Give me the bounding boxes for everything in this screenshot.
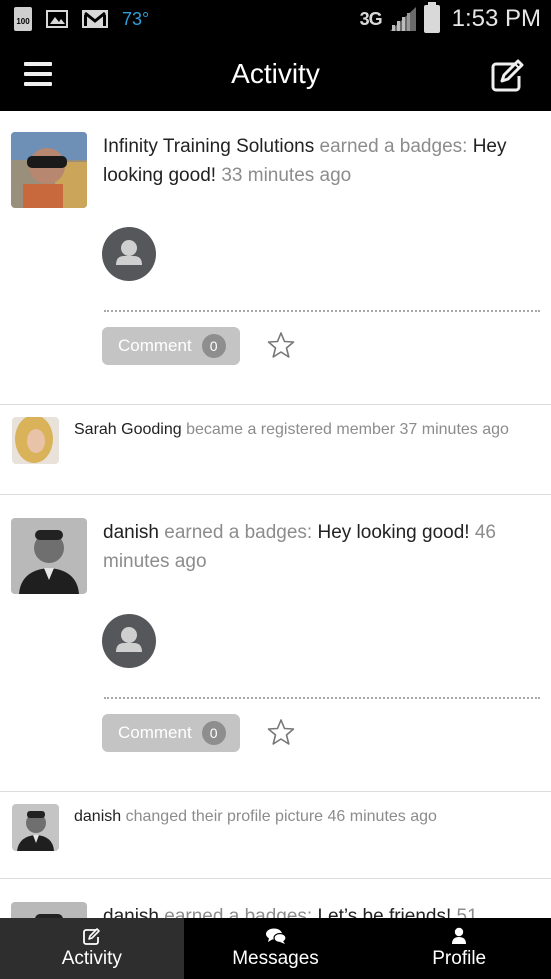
avatar[interactable] <box>11 518 87 594</box>
timestamp: 33 minutes ago <box>221 165 352 186</box>
network-type-text: 3G <box>359 8 383 29</box>
timestamp: 51 <box>456 906 478 918</box>
timestamp: 46 minutes ago <box>327 808 437 825</box>
timestamp: 37 minutes ago <box>399 421 509 438</box>
compose-icon <box>82 928 100 945</box>
activity-text: danish earned a badges: Hey looking good… <box>103 518 523 576</box>
activity-feed[interactable]: Infinity Training Solutions earned a bad… <box>0 111 551 918</box>
clock-text: 1:53 PM <box>451 5 541 32</box>
action-text: earned a badges: <box>164 522 313 543</box>
comment-button[interactable]: Comment 0 <box>102 327 240 365</box>
tab-label: Profile <box>432 948 487 969</box>
page-title: Activity <box>231 58 320 89</box>
gallery-icon <box>46 10 68 28</box>
action-text: earned a badges: <box>164 906 313 918</box>
avatar[interactable] <box>11 132 87 208</box>
battery-saver-icon: 100 <box>14 7 32 31</box>
feed-item: danish changed their profile picture 46 … <box>0 792 551 879</box>
person-icon <box>452 927 467 944</box>
feed-item: danish earned a badges: Let’s be friends… <box>0 879 551 918</box>
gmail-icon <box>82 10 108 28</box>
status-bar: 100 73° 3G 1:53 PM <box>0 0 551 38</box>
comment-count: 0 <box>201 334 226 358</box>
feed-item: Infinity Training Solutions earned a bad… <box>0 111 551 405</box>
star-icon[interactable] <box>267 718 295 746</box>
badge-avatar[interactable] <box>102 614 156 668</box>
person-icon <box>116 627 142 652</box>
avatar[interactable] <box>12 417 59 464</box>
actor-link[interactable]: Sarah Gooding <box>74 421 182 438</box>
avatar[interactable] <box>11 902 87 918</box>
tab-messages[interactable]: Messages <box>184 918 368 979</box>
actor-link[interactable]: Infinity Training Solutions <box>103 136 314 157</box>
badge-name: Hey looking good! <box>317 522 470 543</box>
feed-item: Sarah Gooding became a registered member… <box>0 405 551 495</box>
actor-link[interactable]: danish <box>103 906 159 918</box>
person-icon <box>116 240 142 265</box>
compose-icon <box>491 59 524 92</box>
activity-text: Sarah Gooding became a registered member… <box>74 417 524 442</box>
activity-text: danish earned a badges: Let’s be friends… <box>103 902 523 918</box>
badge-name: Let’s be friends! <box>317 906 452 918</box>
divider <box>104 310 540 312</box>
avatar[interactable] <box>12 804 59 851</box>
signal-icon <box>389 7 416 31</box>
divider <box>104 697 540 699</box>
activity-text: danish changed their profile picture 46 … <box>74 804 524 829</box>
tab-activity[interactable]: Activity <box>0 918 184 979</box>
app-header: Activity <box>0 38 551 111</box>
comment-count: 0 <box>201 721 226 745</box>
badge-avatar[interactable] <box>102 227 156 281</box>
bottom-nav: Activity Messages Profile <box>0 918 551 979</box>
comment-label: Comment <box>118 723 192 742</box>
action-text: changed their profile picture <box>125 808 324 825</box>
feed-item: danish earned a badges: Hey looking good… <box>0 495 551 792</box>
actor-link[interactable]: danish <box>103 522 159 543</box>
temperature-text: 73° <box>122 8 150 29</box>
tab-label: Activity <box>61 948 122 969</box>
activity-text: Infinity Training Solutions earned a bad… <box>103 132 523 190</box>
tab-profile[interactable]: Profile <box>367 918 551 979</box>
tab-label: Messages <box>232 948 319 969</box>
action-text: earned a badges: <box>319 136 468 157</box>
chat-bubbles-icon <box>265 928 287 944</box>
action-text: became a registered member <box>186 421 396 438</box>
comment-label: Comment <box>118 336 192 355</box>
battery-icon <box>423 2 440 33</box>
actor-link[interactable]: danish <box>74 808 121 825</box>
star-icon[interactable] <box>267 331 295 359</box>
comment-button[interactable]: Comment 0 <box>102 714 240 752</box>
compose-button[interactable] <box>487 56 527 96</box>
